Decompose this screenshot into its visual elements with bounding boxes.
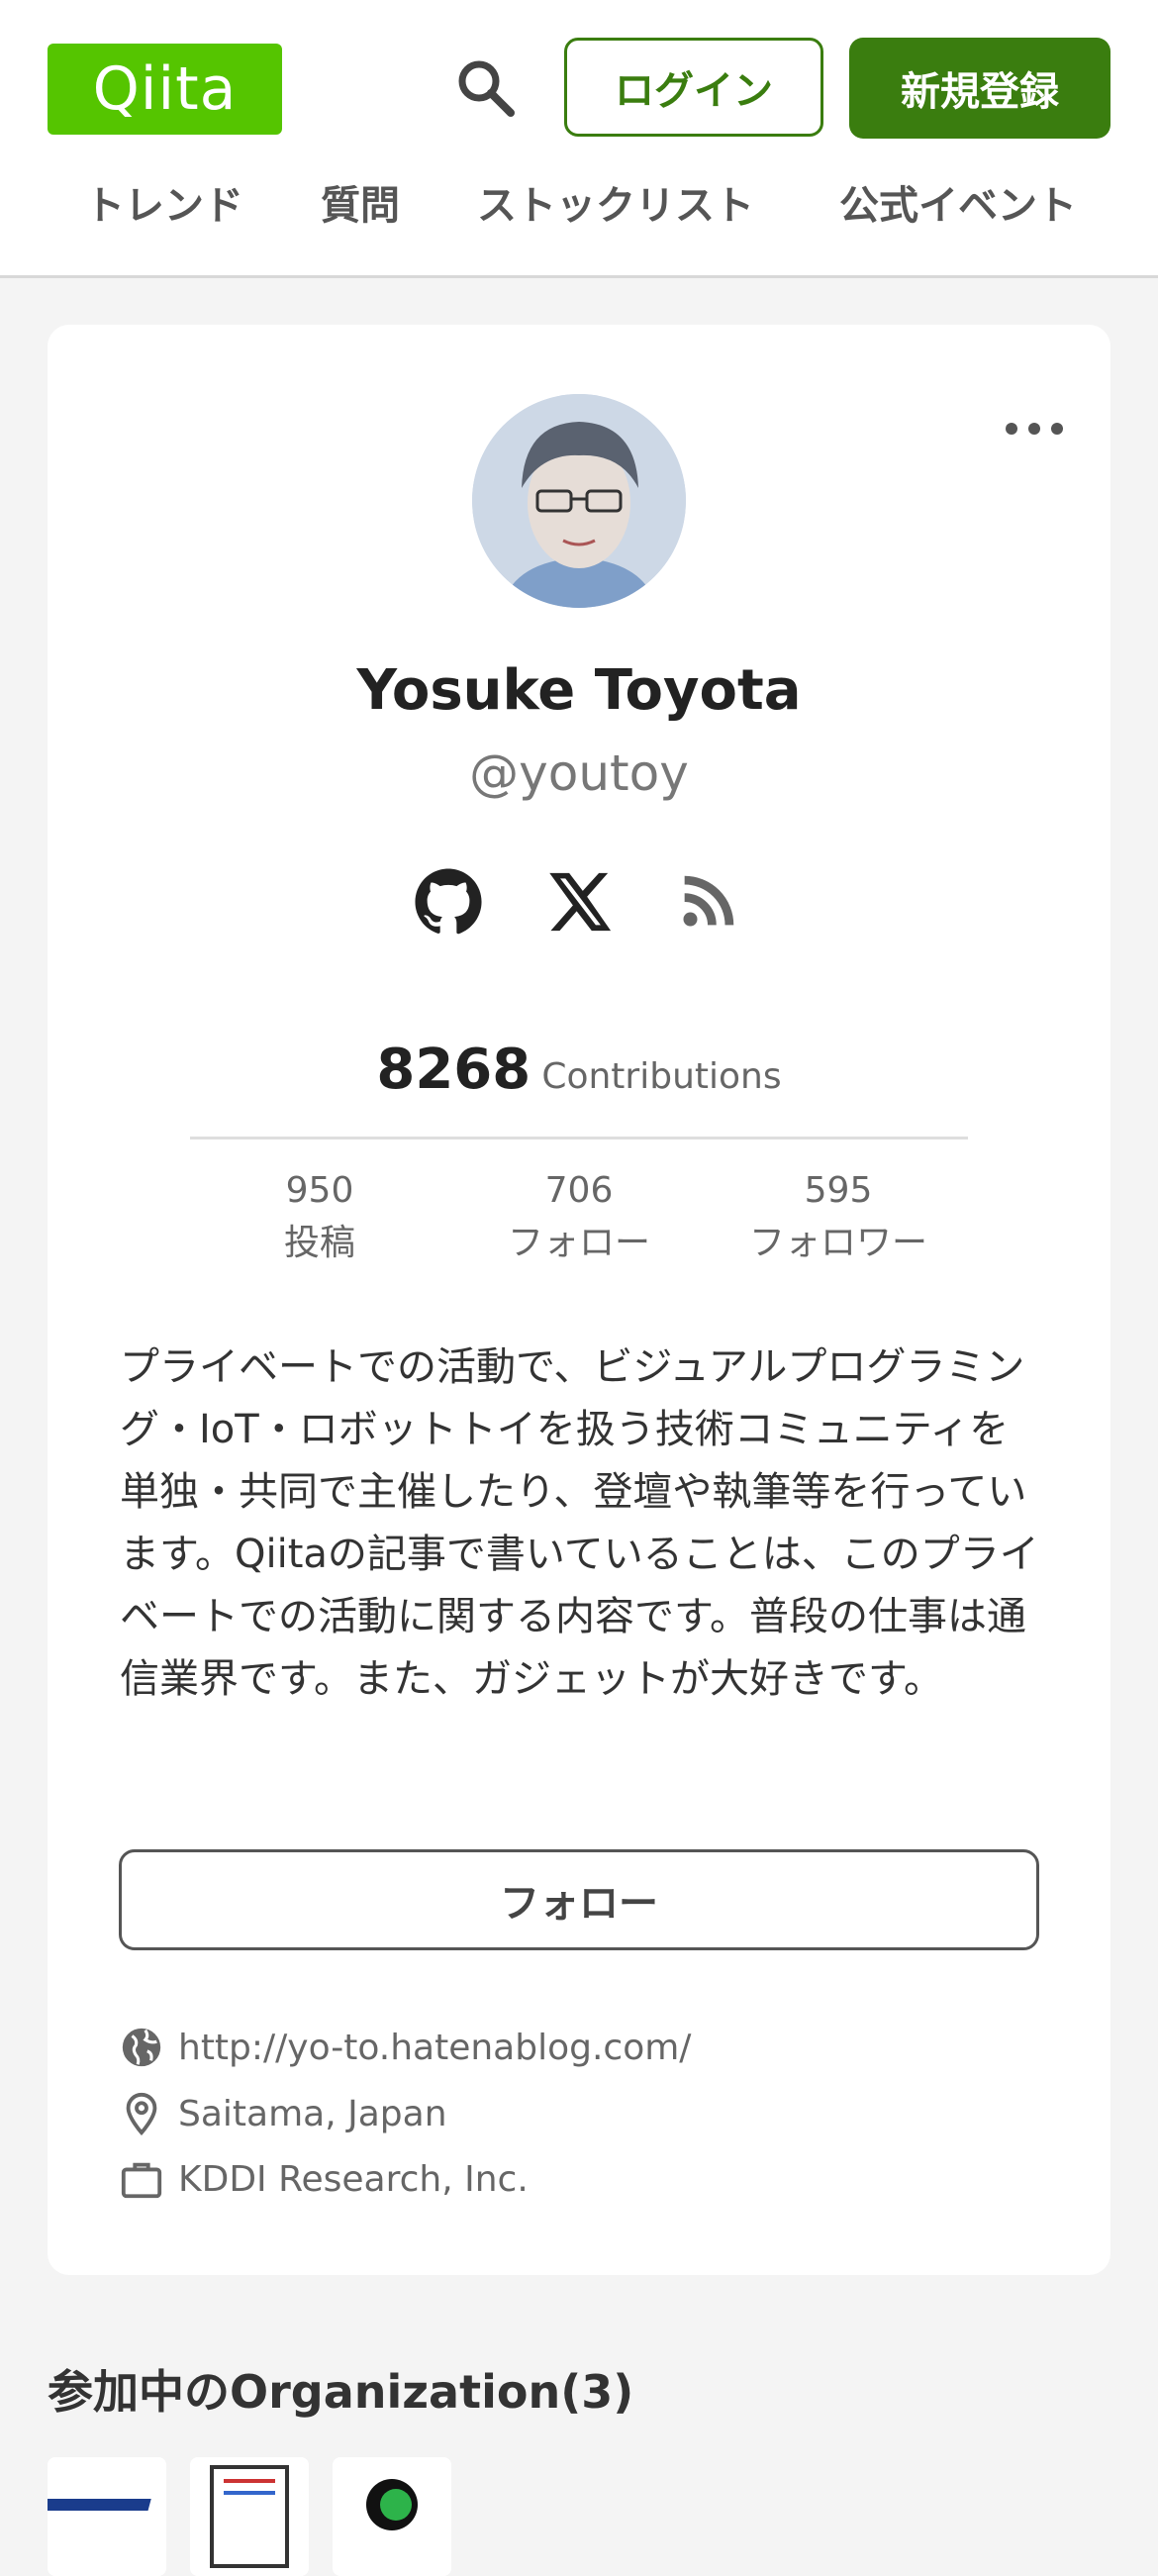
contributions: 8268 Contributions [0,1038,1158,1102]
more-options-icon[interactable] [1000,414,1069,444]
location-pin-icon [126,2092,157,2136]
green-circle-logo-icon [333,2457,451,2576]
stat-posts-value: 950 [285,1170,354,1211]
organizations-heading: 参加中のOrganization(3) [48,2365,634,2419]
globe-icon [122,2028,161,2067]
user-bio: プライベートでの活動で、ビジュアルプログラミング・IoT・ロボットトイを扱う技術… [120,1344,1039,1702]
search-icon[interactable] [453,55,519,121]
stat-posts-label: 投稿 [283,1223,355,1263]
stat-following-label: フォロー [507,1223,650,1263]
signup-button[interactable]: 新規登録 [849,38,1110,139]
follow-button[interactable]: フォロー [119,1849,1039,1950]
organization-row: KDDI Research, Inc. [119,2149,529,2209]
user-display-name: Yosuke Toyota [356,658,802,723]
user-handle: @youtoy [469,744,689,802]
organization-text: KDDI Research, Inc. [178,2158,529,2200]
stats-divider [190,1137,968,1139]
document-logo-icon [190,2457,309,2576]
location-text: Saitama, Japan [178,2093,447,2134]
organization-logo-document[interactable] [190,2457,309,2576]
stat-following[interactable]: 706 フォロー [449,1166,709,1271]
stat-followers[interactable]: 595 フォロワー [709,1166,968,1271]
website-link[interactable]: http://yo-to.hatenablog.com/ [178,2028,691,2068]
nav-trend[interactable]: トレンド [85,173,243,231]
stat-following-value: 706 [544,1170,614,1211]
profile-card [48,325,1110,2275]
stat-followers-label: フォロワー [748,1223,927,1263]
organization-logo-kddi[interactable] [48,2457,166,2576]
kddi-logo-icon [48,2457,166,2576]
contributions-count: 8268 [376,1038,531,1102]
login-button[interactable]: ログイン [564,38,823,137]
location-row: Saitama, Japan [119,2084,447,2143]
x-icon[interactable] [544,867,614,937]
website-row: http://yo-to.hatenablog.com/ [119,2018,691,2077]
github-icon[interactable] [414,867,483,937]
site-header: Qiita ログイン 新規登録 トレンド 質問 ストックリスト 公式イベント [0,0,1158,278]
organization-logo-green[interactable] [333,2457,451,2576]
main-nav: トレンド 質問 ストックリスト 公式イベント [0,173,1158,243]
contributions-label: Contributions [541,1056,782,1097]
rss-icon[interactable] [673,867,742,937]
avatar [472,394,686,608]
nav-questions[interactable]: 質問 [321,173,400,231]
nav-official-events[interactable]: 公式イベント [839,173,1077,231]
qiita-logo[interactable]: Qiita [48,44,282,135]
stat-followers-value: 595 [804,1170,873,1211]
avatar-illustration [472,394,686,608]
nav-stock-list[interactable]: ストックリスト [477,173,754,231]
stat-posts[interactable]: 950 投稿 [190,1166,449,1271]
briefcase-icon [121,2162,162,2199]
